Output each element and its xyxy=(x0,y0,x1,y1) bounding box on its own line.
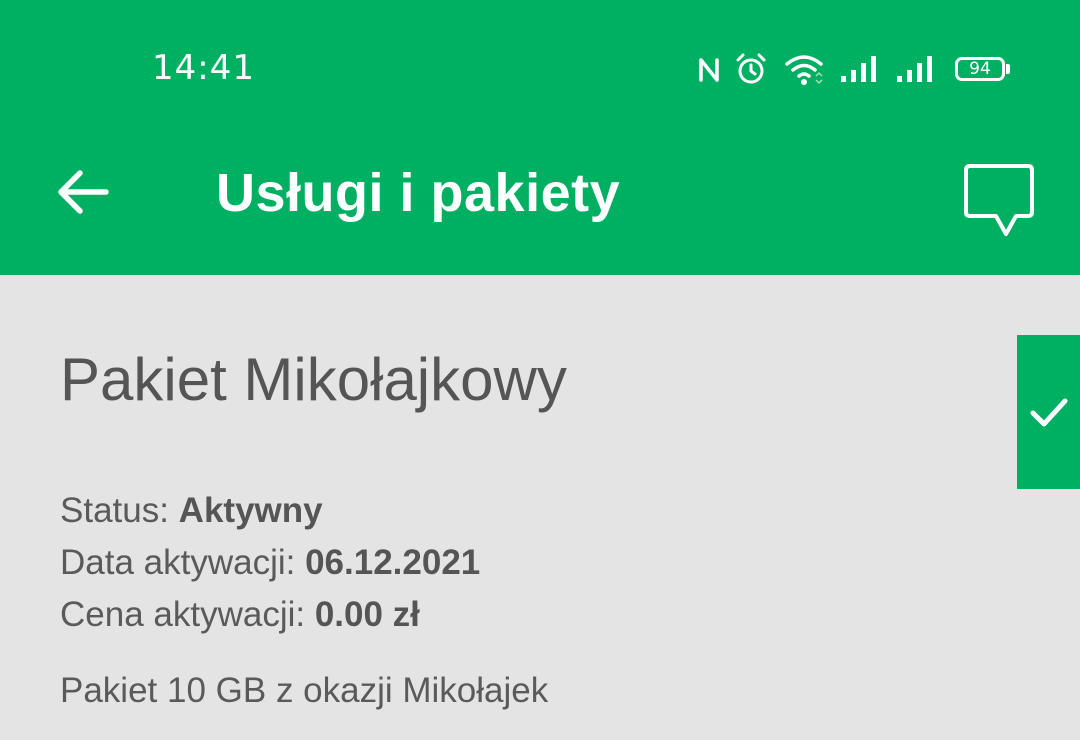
activation-date-value: 06.12.2021 xyxy=(305,543,481,582)
app-header: 14:41 94 Usługi i pakiety xyxy=(0,0,1080,275)
arrow-left-icon xyxy=(58,170,109,214)
checkmark-icon xyxy=(1030,398,1068,427)
activation-date-label: Data aktywacji: xyxy=(60,543,306,582)
signal-icon xyxy=(897,56,932,82)
package-info: Status: Aktywny Data aktywacji: 06.12.20… xyxy=(60,485,480,641)
toolbar: Usługi i pakiety xyxy=(0,140,1080,275)
status-bar: 14:41 94 xyxy=(0,0,1080,140)
battery-tip xyxy=(1006,64,1010,74)
package-details: Pakiet Mikołajkowy Status: Aktywny Data … xyxy=(0,275,1080,740)
status-time: 14:41 xyxy=(152,48,255,88)
status-row: Status: Aktywny xyxy=(60,485,480,537)
wifi-icon xyxy=(785,55,823,85)
chat-button[interactable] xyxy=(958,158,1040,240)
nfc-icon xyxy=(699,58,719,82)
activation-date-row: Data aktywacji: 06.12.2021 xyxy=(60,537,480,589)
activation-price-value: 0.00 zł xyxy=(314,595,420,634)
battery-icon: 94 xyxy=(955,57,1005,81)
page-title: Usługi i pakiety xyxy=(216,163,621,223)
package-name: Pakiet Mikołajkowy xyxy=(60,346,567,413)
alarm-icon xyxy=(736,53,766,84)
status-label: Status: xyxy=(60,491,179,530)
battery-level: 94 xyxy=(969,59,991,79)
chat-bubble-icon xyxy=(964,164,1034,236)
activation-price-row: Cena aktywacji: 0.00 zł xyxy=(60,589,480,641)
signal-icon xyxy=(841,56,876,82)
back-button[interactable] xyxy=(52,160,116,224)
package-description: Pakiet 10 GB z okazji Mikołajek xyxy=(60,671,549,710)
active-indicator[interactable] xyxy=(1017,335,1080,489)
activation-price-label: Cena aktywacji: xyxy=(60,595,315,634)
status-value: Aktywny xyxy=(178,491,323,530)
